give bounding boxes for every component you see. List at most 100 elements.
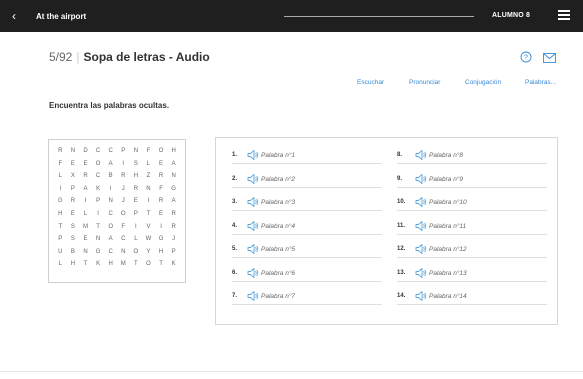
grid-letter[interactable]: I — [54, 183, 67, 196]
grid-letter[interactable]: I — [79, 195, 92, 208]
grid-letter[interactable]: N — [167, 170, 180, 183]
grid-letter[interactable]: G — [54, 195, 67, 208]
grid-letter[interactable]: C — [104, 208, 117, 221]
grid-letter[interactable]: H — [130, 170, 143, 183]
grid-letter[interactable]: J — [117, 195, 130, 208]
grid-letter[interactable]: L — [54, 170, 67, 183]
grid-letter[interactable]: F — [142, 145, 155, 158]
grid-letter[interactable]: M — [117, 258, 130, 271]
grid-letter[interactable]: A — [167, 158, 180, 171]
grid-letter[interactable]: I — [142, 195, 155, 208]
grid-letter[interactable]: S — [130, 158, 143, 171]
grid-letter[interactable]: T — [130, 258, 143, 271]
grid-letter[interactable]: R — [167, 208, 180, 221]
mail-icon[interactable] — [543, 53, 556, 63]
grid-letter[interactable]: Y — [142, 246, 155, 259]
grid-letter[interactable]: O — [142, 258, 155, 271]
grid-letter[interactable]: P — [167, 246, 180, 259]
grid-letter[interactable]: T — [92, 221, 105, 234]
grid-letter[interactable]: L — [79, 208, 92, 221]
tab-escuchar[interactable]: Escuchar — [357, 79, 384, 86]
speaker-icon[interactable] — [415, 289, 427, 301]
grid-letter[interactable]: N — [104, 195, 117, 208]
speaker-icon[interactable] — [415, 219, 427, 231]
grid-letter[interactable]: V — [142, 221, 155, 234]
grid-letter[interactable]: N — [67, 145, 80, 158]
user-name[interactable]: ALUMNO 8 — [492, 12, 530, 19]
grid-letter[interactable]: E — [67, 158, 80, 171]
grid-letter[interactable]: P — [117, 145, 130, 158]
grid-letter[interactable]: C — [92, 170, 105, 183]
grid-letter[interactable]: N — [142, 183, 155, 196]
grid-letter[interactable]: O — [92, 158, 105, 171]
speaker-icon[interactable] — [247, 172, 259, 184]
grid-letter[interactable]: C — [92, 145, 105, 158]
grid-letter[interactable]: I — [92, 208, 105, 221]
speaker-icon[interactable] — [415, 172, 427, 184]
grid-letter[interactable]: B — [67, 246, 80, 259]
grid-letter[interactable]: L — [142, 158, 155, 171]
speaker-icon[interactable] — [415, 266, 427, 278]
grid-letter[interactable]: O — [130, 246, 143, 259]
tab-palabras[interactable]: Palabras... — [525, 79, 556, 86]
grid-letter[interactable]: G — [167, 183, 180, 196]
grid-letter[interactable]: A — [104, 158, 117, 171]
grid-letter[interactable]: F — [117, 221, 130, 234]
grid-letter[interactable]: C — [104, 246, 117, 259]
grid-letter[interactable]: C — [104, 145, 117, 158]
grid-letter[interactable]: U — [54, 246, 67, 259]
grid-letter[interactable]: G — [155, 233, 168, 246]
grid-letter[interactable]: O — [155, 145, 168, 158]
grid-letter[interactable]: H — [54, 208, 67, 221]
grid-letter[interactable]: E — [155, 158, 168, 171]
grid-letter[interactable]: E — [130, 195, 143, 208]
grid-letter[interactable]: B — [104, 170, 117, 183]
grid-letter[interactable]: R — [155, 170, 168, 183]
grid-letter[interactable]: I — [155, 221, 168, 234]
grid-letter[interactable]: K — [92, 258, 105, 271]
grid-letter[interactable]: P — [54, 233, 67, 246]
grid-letter[interactable]: A — [79, 183, 92, 196]
grid-letter[interactable]: T — [79, 258, 92, 271]
grid-letter[interactable]: C — [117, 233, 130, 246]
help-circle-icon[interactable]: ? — [520, 51, 532, 63]
grid-letter[interactable]: E — [67, 208, 80, 221]
grid-letter[interactable]: H — [67, 258, 80, 271]
grid-letter[interactable]: I — [104, 183, 117, 196]
grid-letter[interactable]: J — [117, 183, 130, 196]
grid-letter[interactable]: M — [79, 221, 92, 234]
grid-letter[interactable]: T — [142, 208, 155, 221]
grid-letter[interactable]: H — [155, 246, 168, 259]
grid-letter[interactable]: K — [92, 183, 105, 196]
grid-letter[interactable]: E — [79, 233, 92, 246]
grid-letter[interactable]: N — [117, 246, 130, 259]
grid-letter[interactable]: F — [155, 183, 168, 196]
grid-letter[interactable]: J — [167, 233, 180, 246]
grid-letter[interactable]: S — [67, 221, 80, 234]
grid-letter[interactable]: R — [54, 145, 67, 158]
tab-pronunciar[interactable]: Pronunciar — [409, 79, 440, 86]
grid-letter[interactable]: F — [54, 158, 67, 171]
speaker-icon[interactable] — [247, 242, 259, 254]
grid-letter[interactable]: K — [167, 258, 180, 271]
grid-letter[interactable]: G — [92, 246, 105, 259]
grid-letter[interactable]: L — [54, 258, 67, 271]
speaker-icon[interactable] — [415, 242, 427, 254]
speaker-icon[interactable] — [247, 219, 259, 231]
grid-letter[interactable]: R — [117, 170, 130, 183]
tab-conjugacion[interactable]: Conjugación — [465, 79, 501, 86]
grid-letter[interactable]: P — [67, 183, 80, 196]
grid-letter[interactable]: N — [92, 233, 105, 246]
speaker-icon[interactable] — [247, 148, 259, 160]
grid-letter[interactable]: T — [54, 221, 67, 234]
grid-letter[interactable]: N — [130, 145, 143, 158]
grid-letter[interactable]: O — [117, 208, 130, 221]
grid-letter[interactable]: N — [79, 246, 92, 259]
grid-letter[interactable]: R — [67, 195, 80, 208]
hamburger-menu-icon[interactable] — [558, 10, 570, 22]
grid-letter[interactable]: H — [104, 258, 117, 271]
grid-letter[interactable]: S — [67, 233, 80, 246]
grid-letter[interactable]: Z — [142, 170, 155, 183]
grid-letter[interactable]: T — [155, 258, 168, 271]
speaker-icon[interactable] — [247, 195, 259, 207]
